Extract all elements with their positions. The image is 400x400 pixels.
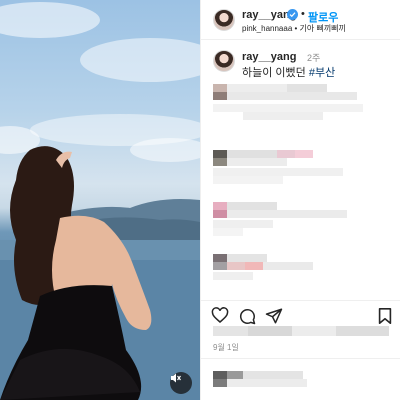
mute-button[interactable] <box>170 372 192 394</box>
verified-badge-icon <box>287 9 298 20</box>
paper-plane-icon[interactable] <box>265 307 283 325</box>
blurred-comment <box>213 150 393 166</box>
audio-attribution[interactable]: pink_hannaaa • 기아 삐끼삐끼 <box>242 23 346 34</box>
blurred-comment <box>213 220 393 236</box>
blurred-comment <box>213 254 393 270</box>
blurred-comment <box>213 84 393 100</box>
caption-hashtag[interactable]: #부산 <box>309 67 335 79</box>
caption-time[interactable]: 2주 <box>307 51 320 64</box>
audio-line-text: pink_hannaaa • 기아 삐끼삐끼 <box>242 24 346 33</box>
author-avatar[interactable] <box>213 9 235 31</box>
blurred-comment <box>213 104 393 120</box>
blurred-comment <box>213 202 393 218</box>
heart-icon[interactable] <box>211 307 229 325</box>
bookmark-icon[interactable] <box>377 307 393 325</box>
caption-text: 하늘이 이뻤던 #부산 <box>242 64 335 80</box>
post-date[interactable]: 9월 1일 <box>213 342 239 353</box>
blurred-comment <box>213 272 393 288</box>
blurred-comment <box>213 168 393 184</box>
speaker-muted-icon <box>171 373 181 383</box>
comment-input-area[interactable] <box>201 358 400 400</box>
comment-bubble-icon[interactable] <box>238 307 256 325</box>
blurred-comment <box>213 371 393 387</box>
photo-scene <box>0 2 200 400</box>
post-photo[interactable] <box>0 0 200 400</box>
blurred-likes <box>213 326 389 336</box>
caption-avatar[interactable] <box>213 50 235 72</box>
separator-dot: • <box>301 8 305 20</box>
post-header: ray__yang • 팔로우 pink_hannaaa • 기아 삐끼삐끼 <box>201 0 400 40</box>
caption-username[interactable]: ray__yang <box>242 51 296 63</box>
action-bar <box>201 300 400 328</box>
post-panel: ray__yang • 팔로우 pink_hannaaa • 기아 삐끼삐끼 r… <box>200 0 400 400</box>
caption-body: 하늘이 이뻤던 <box>242 67 309 79</box>
